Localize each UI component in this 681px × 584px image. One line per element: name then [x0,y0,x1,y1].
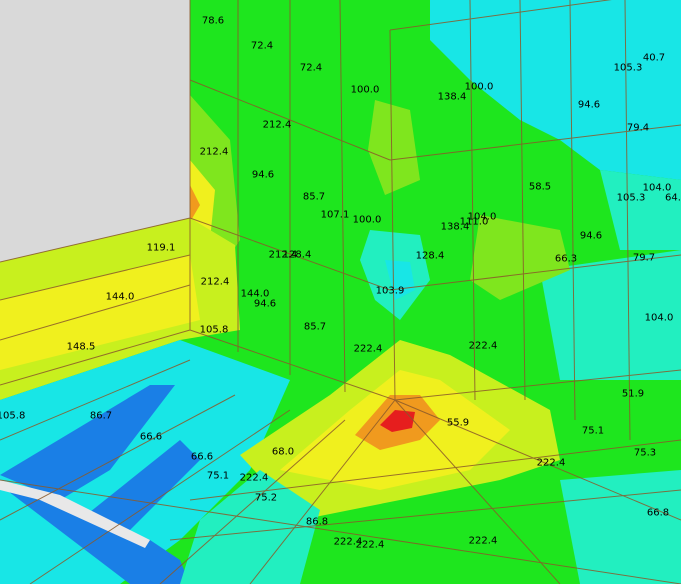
value-label: 58.5 [528,181,552,193]
value-label: 105.8 [0,410,26,422]
value-label: 111.0 [459,216,489,228]
value-label: 68.0 [271,446,295,458]
value-label: 222.4 [468,340,498,352]
aqua-zone-bottom-right [560,470,681,584]
value-label: 148.5 [66,341,96,353]
value-label: 55.9 [446,417,470,429]
value-label: 72.4 [299,62,323,74]
value-label: 212.4 [199,146,229,158]
value-label: 104.0 [644,312,674,324]
value-label: 72.4 [250,40,274,52]
value-label: 75.1 [581,425,605,437]
value-label: 222.4 [468,535,498,547]
contour-plot-view[interactable]: 78.6 72.4 72.4 100.0 138.4 100.0 105.3 40.7 94.6… [0,0,681,584]
value-label: 78.6 [201,15,225,27]
value-label: 94.6 [251,169,275,181]
value-label: 66.6 [139,431,163,443]
value-label: 86.7 [89,410,113,422]
value-label: 138.4 [437,91,467,103]
contour-plot-canvas[interactable] [0,0,681,584]
value-label: 94.6 [577,99,601,111]
value-label: 100.0 [350,84,380,96]
value-label: 105.3 [616,192,646,204]
value-label: 222.4 [536,457,566,469]
value-label: 66.8 [646,507,670,519]
value-label: 107.1 [320,209,350,221]
value-label: 85.7 [303,321,327,333]
value-label: 105.8 [199,324,229,336]
value-label: 119.1 [146,242,176,254]
value-label: 100.0 [464,81,494,93]
value-label: 128.4 [415,250,445,262]
value-label: 100.0 [352,214,382,226]
value-label: 75.2 [254,492,278,504]
value-label: 75.1 [206,470,230,482]
value-label: 79.4 [626,122,650,134]
value-label: 222.4 [353,343,383,355]
value-label: 144.0 [105,291,135,303]
value-label: 94.6 [253,298,277,310]
value-label: 212.4 [262,119,292,131]
value-label: 212.4 [200,276,230,288]
value-label: 222.4 [239,472,269,484]
value-label: 66.3 [554,253,578,265]
value-label: 85.7 [302,191,326,203]
value-label: 40.7 [642,52,666,64]
value-label: 66.6 [190,451,214,463]
value-label: 105.3 [613,62,643,74]
value-label: 75.3 [633,447,657,459]
value-label: 79.7 [632,252,656,264]
value-label: 86.8 [305,516,329,528]
value-label: 94.6 [579,230,603,242]
value-label: 222.4 [355,539,385,551]
empty-region [0,0,190,262]
value-label: 64. [665,192,681,204]
value-label: 51.9 [621,388,645,400]
value-label: 128.4 [282,249,312,261]
value-label: 103.9 [375,285,405,297]
